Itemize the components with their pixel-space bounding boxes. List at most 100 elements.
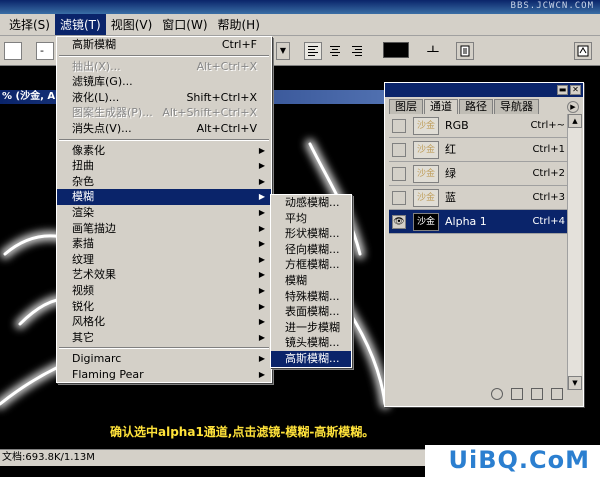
align-right-icon[interactable] <box>348 42 366 60</box>
load-selection-icon[interactable] <box>491 388 503 400</box>
menu-window[interactable]: 窗口(W) <box>157 14 212 35</box>
blur-menu-item[interactable]: 径向模糊... <box>271 242 351 258</box>
channel-name: Alpha 1 <box>445 215 487 228</box>
channel-row[interactable]: 沙金红 Ctrl+1 <box>389 138 569 162</box>
blur-menu-item[interactable]: 方框模糊... <box>271 257 351 273</box>
filter-menu-item[interactable]: Digimarc ▶ <box>57 351 271 367</box>
submenu-arrow-icon: ▶ <box>258 354 265 364</box>
palettes-toggle-icon[interactable] <box>456 42 474 60</box>
antialias-dropdown-button[interactable]: ▼ <box>276 42 290 60</box>
blur-menu-item[interactable]: 特殊模糊... <box>271 289 351 305</box>
eye-icon[interactable] <box>392 143 406 157</box>
filter-menu-item[interactable]: Flaming Pear ▶ <box>57 367 271 383</box>
panel-title-bar[interactable] <box>385 83 583 97</box>
submenu-arrow-icon: ▶ <box>258 285 265 295</box>
warp-text-icon[interactable]: ㅗ <box>424 42 442 60</box>
panel-tabs: 图层 通道 路径 导航器 <box>389 99 540 114</box>
blur-menu-item[interactable]: 平均 <box>271 211 351 227</box>
filter-menu-item[interactable]: 消失点(V)... Alt+Ctrl+V <box>57 121 271 137</box>
filter-menu-item: 抽出(X)... Alt+Ctrl+X <box>57 59 271 75</box>
menu-view[interactable]: 视图(V) <box>106 14 158 35</box>
submenu-arrow-icon: ▶ <box>258 239 265 249</box>
blur-menu-item[interactable]: 形状模糊... <box>271 226 351 242</box>
filter-menu-item[interactable]: 液化(L)... Shift+Ctrl+X <box>57 90 271 106</box>
channel-thumbnail: 沙金 <box>413 165 439 183</box>
menu-select[interactable]: 选择(S) <box>4 14 55 35</box>
align-left-icon[interactable] <box>304 42 322 60</box>
site-logo: UiBQ.CoM <box>442 445 594 475</box>
align-center-icon[interactable] <box>326 42 344 60</box>
filter-menu-item[interactable]: 其它 ▶ <box>57 330 271 346</box>
new-channel-icon[interactable] <box>531 388 543 400</box>
menu-bar: 选择(S) 滤镜(T) 视图(V) 窗口(W) 帮助(H) <box>0 14 600 36</box>
blur-menu-item[interactable]: 高斯模糊... <box>271 350 351 367</box>
app-title-bar: BBS.JCWCN.COM <box>0 0 600 14</box>
tab-channels[interactable]: 通道 <box>424 99 458 114</box>
channels-panel: ▬ ✕ 图层 通道 路径 导航器 ▶ 沙金 RGB Ctrl+~ 沙金红 Ctrl+1 沙… <box>384 82 584 407</box>
menu-filter[interactable]: 滤镜(T) <box>54 14 106 35</box>
save-selection-icon[interactable] <box>511 388 523 400</box>
submenu-arrow-icon: ▶ <box>258 369 265 379</box>
eye-icon[interactable]: 👁 <box>392 215 406 229</box>
blur-menu-item[interactable]: 进一步模糊 <box>271 320 351 336</box>
panel-menu-arrow-icon[interactable]: ▶ <box>567 101 579 113</box>
menu-help[interactable]: 帮助(H) <box>213 14 265 35</box>
channel-thumbnail-label: 沙金 <box>416 145 435 155</box>
filter-menu-item[interactable]: 风格化 ▶ <box>57 314 271 330</box>
blur-submenu: 动感模糊... 平均 形状模糊... 径向模糊... 方框模糊... 模糊 特殊模糊... 表… <box>270 194 352 368</box>
tab-navigator[interactable]: 导航器 <box>494 99 539 114</box>
blur-menu-item[interactable]: 表面模糊... <box>271 304 351 320</box>
menu-item-label: 其它 <box>72 330 94 344</box>
panel-minimize-button[interactable]: ▬ <box>557 85 568 95</box>
trash-icon[interactable] <box>551 388 563 400</box>
tab-paths[interactable]: 路径 <box>459 99 493 114</box>
panel-close-button[interactable]: ✕ <box>570 85 581 95</box>
filter-menu-item[interactable]: 艺术效果 ▶ <box>57 267 271 283</box>
channel-list: 沙金 RGB Ctrl+~ 沙金红 Ctrl+1 沙金绿 Ctrl+2 沙金蓝 Ctrl+3 👁 沙… <box>389 114 569 234</box>
tab-layers[interactable]: 图层 <box>389 99 423 114</box>
filter-menu-item: 图案生成器(P)... Alt+Shift+Ctrl+X <box>57 105 271 121</box>
workspace-icon[interactable] <box>574 42 592 60</box>
panel-scrollbar[interactable]: ▲ ▼ <box>567 114 582 390</box>
filter-menu-item[interactable]: 模糊 ▶ <box>57 189 271 205</box>
filter-menu-item[interactable]: 像素化 ▶ <box>57 143 271 159</box>
filter-menu-item[interactable]: 高斯模糊 Ctrl+F <box>57 37 271 53</box>
font-style-field[interactable] <box>4 42 22 60</box>
menu-item-label: 液化(L)... <box>72 90 120 104</box>
filter-menu-item[interactable]: 纹理 ▶ <box>57 252 271 268</box>
menu-item-label: Flaming Pear <box>72 367 144 381</box>
channel-thumbnail-label: 沙金 <box>416 121 435 131</box>
blur-menu-item[interactable]: 动感模糊... <box>271 195 351 211</box>
channel-row[interactable]: 沙金蓝 Ctrl+3 <box>389 186 569 210</box>
submenu-arrow-icon: ▶ <box>258 254 265 264</box>
font-size-field[interactable]: - <box>36 42 54 60</box>
channel-shortcut: Ctrl+1 <box>532 144 565 155</box>
filter-menu-item[interactable]: 扭曲 ▶ <box>57 158 271 174</box>
menu-item-label: 艺术效果 <box>72 268 116 282</box>
text-color-swatch[interactable] <box>383 42 409 58</box>
channel-row[interactable]: 👁 沙金 Alpha 1 Ctrl+4 <box>389 210 569 234</box>
menu-item-label: 抽出(X)... <box>72 59 121 73</box>
filter-menu-item[interactable]: 锐化 ▶ <box>57 299 271 315</box>
eye-icon[interactable] <box>392 167 406 181</box>
eye-icon[interactable] <box>392 119 406 133</box>
watermark-url: BBS.JCWCN.COM <box>510 1 594 11</box>
scroll-up-icon[interactable]: ▲ <box>568 114 582 128</box>
menu-item-label: 杂色 <box>72 174 94 188</box>
channel-row[interactable]: 沙金 RGB Ctrl+~ <box>389 114 569 138</box>
filter-menu-item[interactable]: 渲染 ▶ <box>57 205 271 221</box>
filter-menu-item[interactable]: 杂色 ▶ <box>57 174 271 190</box>
filter-menu-item[interactable]: 滤镜库(G)... <box>57 74 271 90</box>
channel-shortcut: Ctrl+3 <box>532 192 565 203</box>
blur-menu-item[interactable]: 模糊 <box>271 273 351 289</box>
filter-menu-item[interactable]: 视频 ▶ <box>57 283 271 299</box>
menu-item-label: 画笔描边 <box>72 221 116 235</box>
channel-row[interactable]: 沙金绿 Ctrl+2 <box>389 162 569 186</box>
filter-menu-item[interactable]: 画笔描边 ▶ <box>57 221 271 237</box>
blur-menu-item[interactable]: 镜头模糊... <box>271 335 351 351</box>
menu-item-shortcut: Shift+Ctrl+X <box>186 90 257 104</box>
filter-menu-item[interactable]: 素描 ▶ <box>57 236 271 252</box>
eye-icon[interactable] <box>392 191 406 205</box>
panel-footer <box>385 388 583 404</box>
channel-shortcut: Ctrl+4 <box>532 216 565 227</box>
